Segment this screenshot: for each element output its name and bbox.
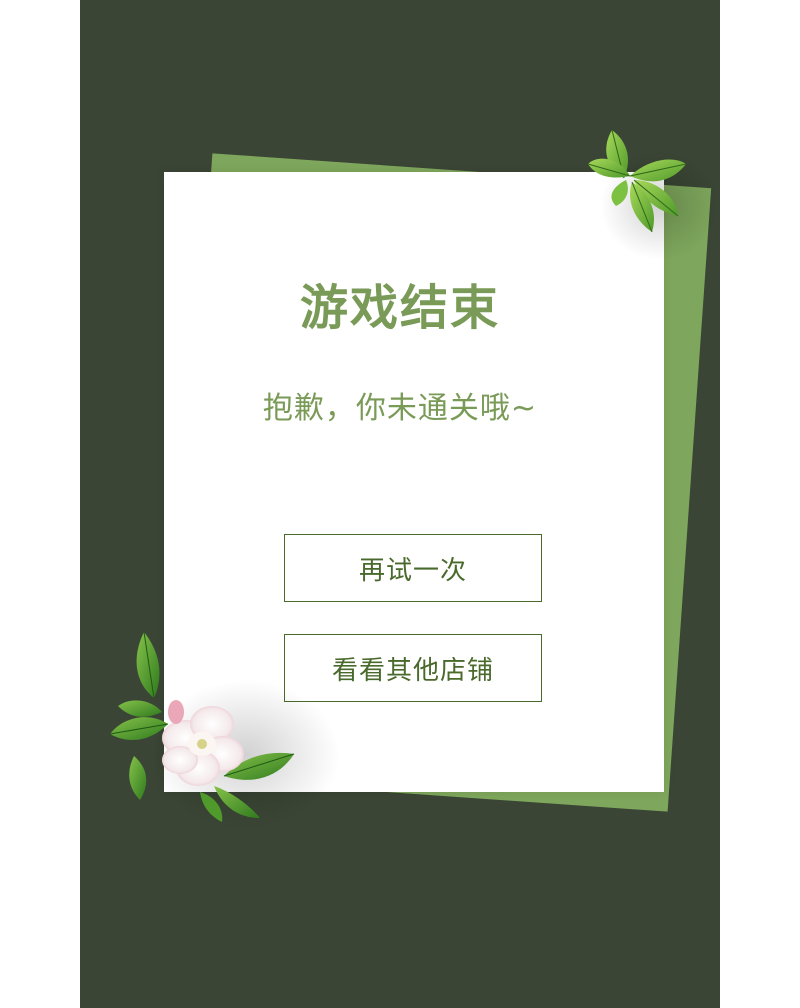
leaves-icon <box>587 129 687 233</box>
game-over-message: 抱歉，你未通关哦~ <box>262 391 538 426</box>
game-over-title: 游戏结束 <box>299 280 500 336</box>
retry-button[interactable]: 再试一次 <box>284 534 542 602</box>
flower-with-leaves-icon <box>109 631 295 822</box>
game-over-screen: 游戏结束 抱歉，你未通关哦~ 再试一次 看看其他店铺 <box>80 0 720 1008</box>
other-shops-button[interactable]: 看看其他店铺 <box>284 634 542 702</box>
